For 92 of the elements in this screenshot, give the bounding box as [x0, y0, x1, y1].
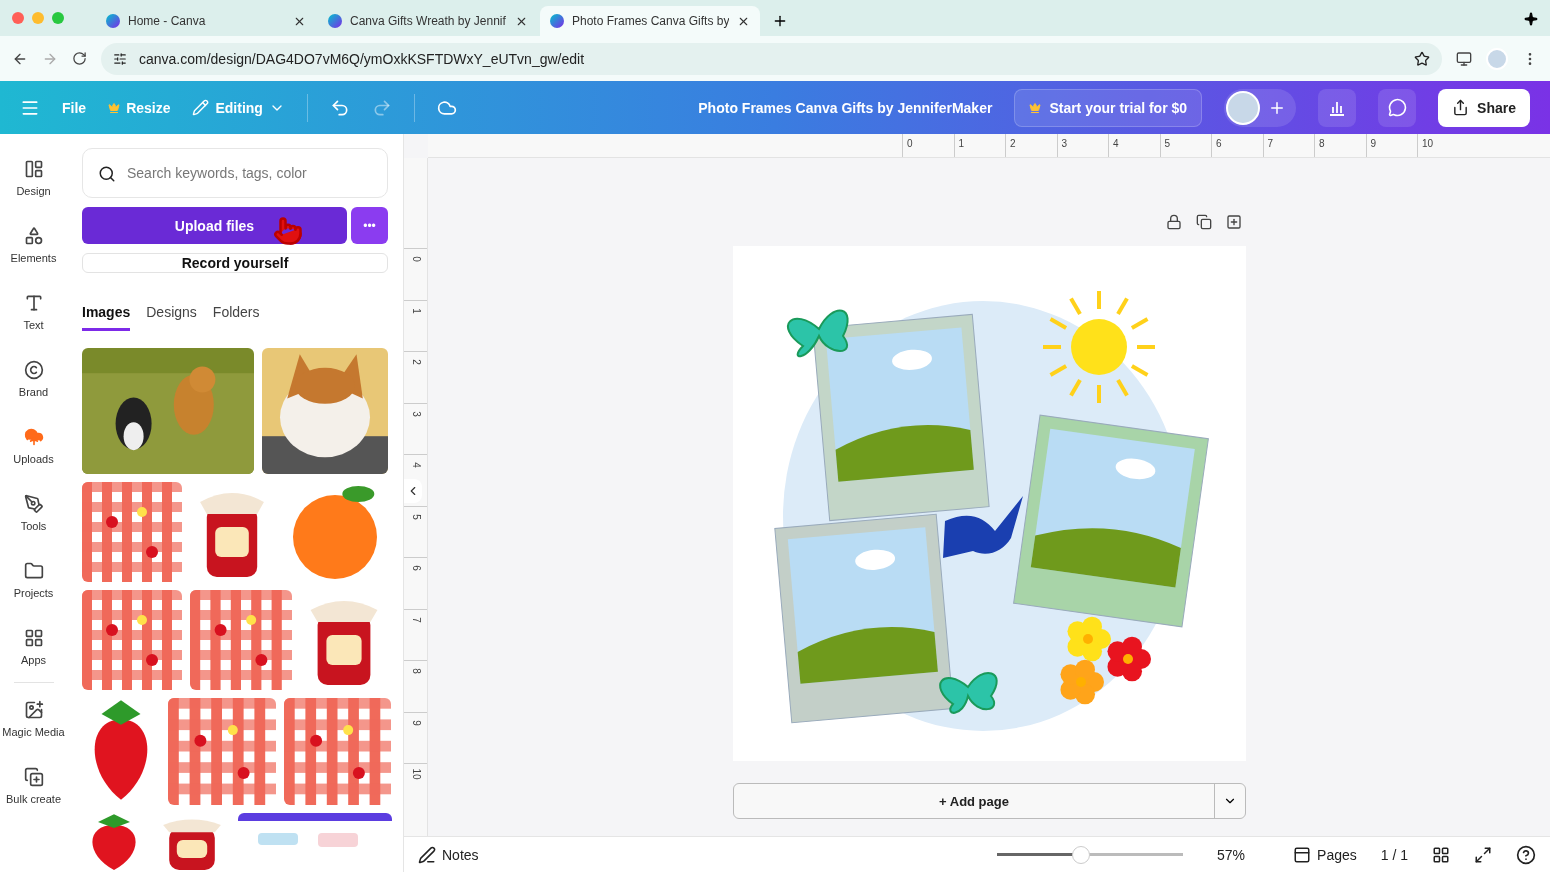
ruler-number: 3	[409, 410, 422, 417]
upload-files-button[interactable]: Upload files	[82, 207, 347, 244]
panel-tab[interactable]: Designs	[146, 304, 197, 331]
sidebar-item[interactable]: Bulk create	[0, 752, 67, 819]
pencil-icon	[192, 99, 210, 116]
sidebar-item[interactable]: Uploads	[0, 412, 67, 479]
ruler-number: 9	[1365, 134, 1417, 157]
copyright-icon	[23, 359, 44, 380]
ruler-number: 9	[409, 719, 422, 726]
browser-tab[interactable]: Canva Gifts Wreath by Jennif	[318, 6, 538, 36]
ruler-number: 8	[409, 668, 422, 674]
notes-button[interactable]: Notes	[418, 845, 479, 864]
user-avatar[interactable]	[1226, 90, 1261, 125]
share-icon	[1452, 99, 1470, 116]
pen-icon	[23, 493, 44, 514]
ruler-number: 10	[409, 768, 422, 780]
zoom-slider-thumb[interactable]	[1071, 845, 1090, 864]
ruler-number: 4	[409, 462, 422, 468]
speech-bubble-icon	[1387, 98, 1407, 117]
ruler-number: 1	[409, 307, 422, 314]
duplicate-icon[interactable]	[1196, 214, 1212, 230]
layout-icon	[23, 158, 44, 179]
ruler-number: 10	[1417, 134, 1469, 157]
record-yourself-button[interactable]: Record yourself	[82, 253, 388, 273]
zoom-percentage[interactable]: 57%	[1217, 846, 1246, 863]
ruler-number: 5	[409, 513, 422, 520]
ruler-number: 4	[1108, 134, 1160, 157]
folder-icon	[23, 560, 44, 581]
grid-view-icon[interactable]	[1432, 845, 1450, 864]
browser-tab[interactable]: Photo Frames Canva Gifts by	[540, 6, 760, 36]
grid-icon	[23, 627, 44, 648]
reload-icon[interactable]	[72, 51, 87, 66]
design-drawing[interactable]	[733, 246, 1246, 761]
search-icon	[98, 165, 116, 183]
collaborators-pill[interactable]	[1224, 88, 1297, 127]
share-button[interactable]: Share	[1438, 88, 1530, 127]
close-window-control[interactable]	[12, 12, 24, 24]
sidebar-item[interactable]: Text	[0, 278, 67, 345]
ruler-number: 1	[953, 134, 1005, 157]
address-field[interactable]: canva.com/design/DAG4DO7vM6Q/ymOxkKSFTDWxY_eUTvn_gw/edit	[101, 42, 1442, 75]
bookmark-star-icon[interactable]	[1414, 50, 1430, 67]
crown-icon	[1029, 101, 1042, 114]
panel-tab[interactable]: Folders	[212, 304, 260, 331]
ruler-number: 3	[1056, 134, 1108, 157]
ruler-number: 8	[1314, 134, 1366, 157]
design-title[interactable]: Photo Frames Canva Gifts by JenniferMaker	[698, 99, 993, 116]
pointer-hand-icon	[273, 216, 303, 246]
notes-icon	[418, 845, 436, 864]
cast-icon[interactable]	[1456, 50, 1472, 67]
insights-button[interactable]	[1318, 88, 1357, 127]
ruler-number: 5	[1159, 134, 1211, 157]
undo-icon[interactable]	[329, 97, 350, 118]
copy-plus-icon	[23, 766, 44, 787]
ruler-number: 2	[1005, 134, 1057, 157]
ruler-number: 6	[409, 565, 422, 571]
search-field[interactable]: Search keywords, tags, color	[82, 148, 388, 198]
sidebar-item[interactable]: Design	[0, 144, 67, 211]
fullscreen-icon[interactable]	[1474, 845, 1492, 864]
ruler-number: 2	[409, 359, 422, 365]
pages-icon	[1293, 845, 1312, 864]
ruler-number: 0	[409, 256, 422, 262]
sidebar-item[interactable]: Magic Media	[0, 685, 67, 752]
sidebar-item[interactable]: Brand	[0, 345, 67, 412]
crown-icon	[108, 101, 121, 114]
site-settings-icon[interactable]	[113, 51, 127, 66]
sidebar-item[interactable]: Elements	[0, 211, 67, 278]
image-plus-icon	[23, 699, 44, 720]
trial-button[interactable]: Start your trial for $0	[1014, 88, 1203, 127]
ruler-number: 7	[409, 616, 422, 623]
shapes-icon	[23, 225, 44, 246]
help-icon[interactable]	[1516, 844, 1536, 865]
sparkle-icon[interactable]	[1524, 12, 1538, 26]
new-tab-icon[interactable]	[772, 13, 788, 29]
ruler-number: 0	[902, 134, 954, 157]
cloud-upload-icon	[23, 426, 44, 447]
panel-tab[interactable]: Images	[82, 304, 131, 331]
sidebar-item[interactable]: Apps	[0, 613, 67, 680]
lock-icon[interactable]	[1166, 214, 1182, 230]
more-button[interactable]: •••	[351, 207, 388, 244]
comment-button[interactable]	[1378, 88, 1417, 127]
sidebar-item[interactable]: Tools	[0, 479, 67, 546]
browser-tab[interactable]: Home - Canva	[96, 6, 316, 36]
canva-favicon-icon	[550, 14, 564, 28]
collapse-panel-handle[interactable]	[404, 479, 422, 503]
sidebar-item[interactable]: Projects	[0, 546, 67, 613]
add-page-icon[interactable]	[1226, 214, 1242, 230]
ruler-number: 6	[1211, 134, 1263, 157]
page-counter: 1 / 1	[1380, 846, 1408, 863]
pages-button[interactable]: Pages	[1293, 845, 1357, 864]
canva-favicon-icon	[328, 14, 342, 28]
ruler-number: 7	[1262, 134, 1314, 157]
canva-favicon-icon	[106, 14, 120, 28]
